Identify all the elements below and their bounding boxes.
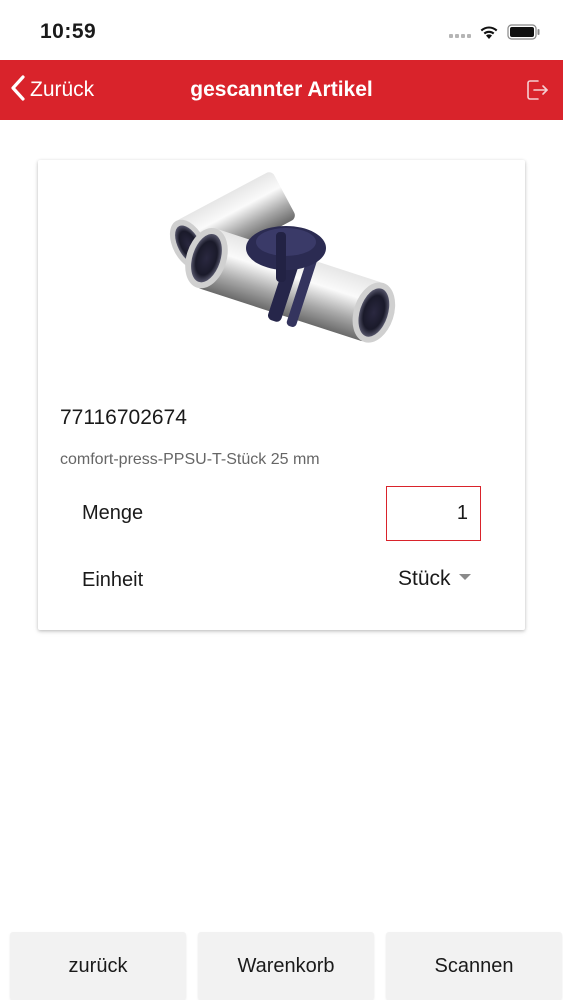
back-nav-button[interactable]: Zurück [10,60,94,120]
battery-icon [507,24,541,40]
scan-button[interactable]: Scannen [386,932,562,1000]
wifi-icon [479,25,499,40]
status-time: 10:59 [40,20,97,43]
status-indicators [449,24,541,40]
back-button[interactable]: zurück [10,932,186,1000]
signal-icon [449,26,471,38]
quantity-label: Menge [82,502,144,524]
cart-button[interactable]: Warenkorb [198,932,374,1000]
article-card: 77116702674 comfort-press-PPSU-T-Stück 2… [38,160,525,630]
press-fitting-tee-image [158,162,398,374]
unit-select[interactable]: Stück [398,556,471,602]
nav-bar: Zurück gescannter Artikel [0,60,563,120]
chevron-left-icon [10,74,26,107]
back-nav-label: Zurück [30,78,95,101]
bottom-button-bar: zurück Warenkorb Scannen [0,932,563,1000]
logout-icon[interactable] [523,76,551,104]
caret-down-icon [458,574,471,580]
quantity-input[interactable] [386,486,481,541]
unit-label: Einheit [82,569,144,591]
status-bar: 10:59 [0,0,563,60]
article-description: comfort-press-PPSU-T-Stück 25 mm [60,451,320,468]
article-number: 77116702674 [60,406,187,429]
unit-select-value: Stück [398,567,451,590]
